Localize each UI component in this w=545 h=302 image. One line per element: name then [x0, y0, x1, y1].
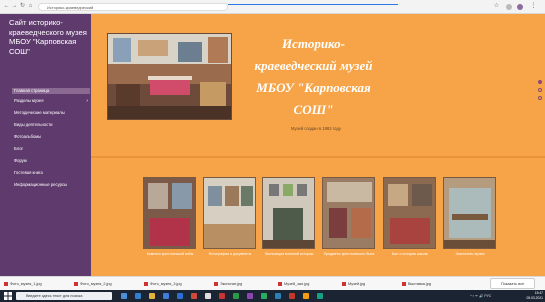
store-icon[interactable]	[163, 293, 169, 299]
slider-dot-active[interactable]	[538, 80, 542, 84]
sidebar-item-label: Блог	[14, 146, 24, 151]
gallery-photo[interactable]	[143, 177, 196, 249]
page-subtitle: Музей создан в 1983 году	[291, 126, 341, 131]
sidebar-item-label: Главная страница	[14, 88, 50, 93]
gallery-photo[interactable]	[322, 177, 375, 249]
app-icon[interactable]	[289, 293, 295, 299]
gallery-caption: Экспозиция военной истории	[264, 252, 314, 256]
app-icon[interactable]	[247, 293, 253, 299]
browser-menu-icon[interactable]: ⋮	[530, 3, 537, 10]
windows-taskbar: Введите здесь текст для поиска ^ ▪ ᯤ 🔊 Р…	[0, 290, 545, 302]
app-icon[interactable]	[303, 293, 309, 299]
sidebar-item-photoalbums[interactable]: Фотоальбомы	[14, 134, 90, 140]
app-icon[interactable]	[275, 293, 281, 299]
file-icon	[214, 282, 218, 286]
sidebar-item-label: Разделы музея	[14, 98, 44, 103]
home-icon[interactable]: ⌂	[27, 3, 34, 10]
slider-dot[interactable]	[538, 88, 542, 92]
gallery-caption: Экспонаты музея	[455, 252, 485, 256]
file-icon	[74, 282, 78, 286]
sidebar-item-label: Фотоальбомы	[14, 134, 42, 139]
file-icon	[144, 282, 148, 286]
office-icon[interactable]	[191, 293, 197, 299]
file-explorer-icon[interactable]	[149, 293, 155, 299]
file-icon	[278, 282, 282, 286]
gallery-caption: Комната крестьянской избы	[146, 252, 194, 256]
chrome-icon[interactable]	[205, 293, 211, 299]
loading-progress-line	[228, 4, 398, 5]
taskbar-clock[interactable]: 15:47 05.03.2021	[515, 291, 543, 301]
downloads-bar: Фото_музея_1.jpg Фото_музея_2.jpg Фото_м…	[0, 276, 545, 290]
download-item[interactable]: Музей_зал.jpg	[278, 279, 309, 289]
download-item[interactable]: Фото_музея_2.jpg	[74, 279, 112, 289]
forward-icon[interactable]: →	[11, 3, 18, 10]
system-tray[interactable]: ^ ▪ ᯤ 🔊 РУС	[470, 293, 510, 299]
page-title: Историко-краеведческий музей МБОУ "Карпо…	[254, 36, 373, 117]
sidebar-item-activities[interactable]: Виды деятельности	[14, 122, 90, 128]
gallery-caption: Предметы крестьянского быта	[323, 252, 375, 256]
museum-room-photo	[107, 33, 232, 120]
show-all-downloads-button[interactable]: Показать все	[490, 278, 535, 289]
sidebar-item-blog[interactable]: Блог	[14, 146, 90, 152]
gallery-caption: Фотографии и документы	[208, 252, 252, 256]
file-icon	[4, 282, 8, 286]
sidebar-item-methods[interactable]: Методические материалы	[14, 110, 90, 116]
app-icon[interactable]	[261, 293, 267, 299]
sidebar-item-forum[interactable]: Форум	[14, 158, 90, 164]
gallery-photo[interactable]	[443, 177, 496, 249]
download-item[interactable]: Выставка.jpg	[402, 279, 431, 289]
sidebar-item-label: Форум	[14, 158, 27, 163]
sidebar-item-guestbook[interactable]: Гостевая книга	[14, 170, 90, 176]
sidebar-item-label: Методические материалы	[14, 110, 65, 115]
windows-start-icon[interactable]	[4, 292, 12, 300]
address-bar[interactable]: Историко-краеведческий	[38, 3, 228, 11]
gallery-photo[interactable]	[203, 177, 256, 249]
back-icon[interactable]: ←	[3, 3, 10, 10]
slider-dot[interactable]	[538, 96, 542, 100]
sidebar-item-label: Виды деятельности	[14, 122, 53, 127]
mail-icon[interactable]	[177, 293, 183, 299]
star-icon[interactable]: ☆	[493, 3, 500, 10]
file-icon	[342, 282, 346, 286]
download-item[interactable]: Экспонат.jpg	[214, 279, 242, 289]
clock-date: 05.03.2021	[526, 296, 543, 300]
extension-icon[interactable]	[506, 4, 512, 10]
sidebar-item-label: Информационные ресурсы	[14, 182, 68, 187]
sidebar-item-home[interactable]: Главная страница	[12, 88, 90, 94]
browser-toolbar: ← → ↻ ⌂ Историко-краеведческий ☆ ⋮	[0, 0, 545, 14]
download-item[interactable]: Музей.jpg	[342, 279, 365, 289]
chevron-right-icon: ›	[86, 98, 88, 104]
gallery-photo[interactable]	[383, 177, 436, 249]
task-view-icon[interactable]	[121, 293, 127, 299]
sidebar-item-resources[interactable]: Информационные ресурсы	[14, 182, 90, 188]
sidebar-item-sections[interactable]: Разделы музея ›	[14, 98, 90, 104]
edge-icon[interactable]	[135, 293, 141, 299]
download-item[interactable]: Фото_музея_1.jpg	[4, 279, 42, 289]
sidebar-item-label: Гостевая книга	[14, 170, 43, 175]
app-icon[interactable]	[233, 293, 239, 299]
file-icon	[402, 282, 406, 286]
taskbar-search-input[interactable]: Введите здесь текст для поиска	[16, 292, 112, 300]
gallery-photo[interactable]	[262, 177, 315, 249]
gallery-caption: Быт и история школы	[391, 252, 429, 256]
app-icon[interactable]	[317, 293, 323, 299]
reload-icon[interactable]: ↻	[19, 3, 26, 10]
profile-avatar[interactable]	[517, 4, 523, 10]
site-title[interactable]: Сайт историко-краеведческого музея МБОУ …	[9, 18, 89, 56]
app-icon[interactable]	[219, 293, 225, 299]
download-item[interactable]: Фото_музея_3.jpg	[144, 279, 182, 289]
